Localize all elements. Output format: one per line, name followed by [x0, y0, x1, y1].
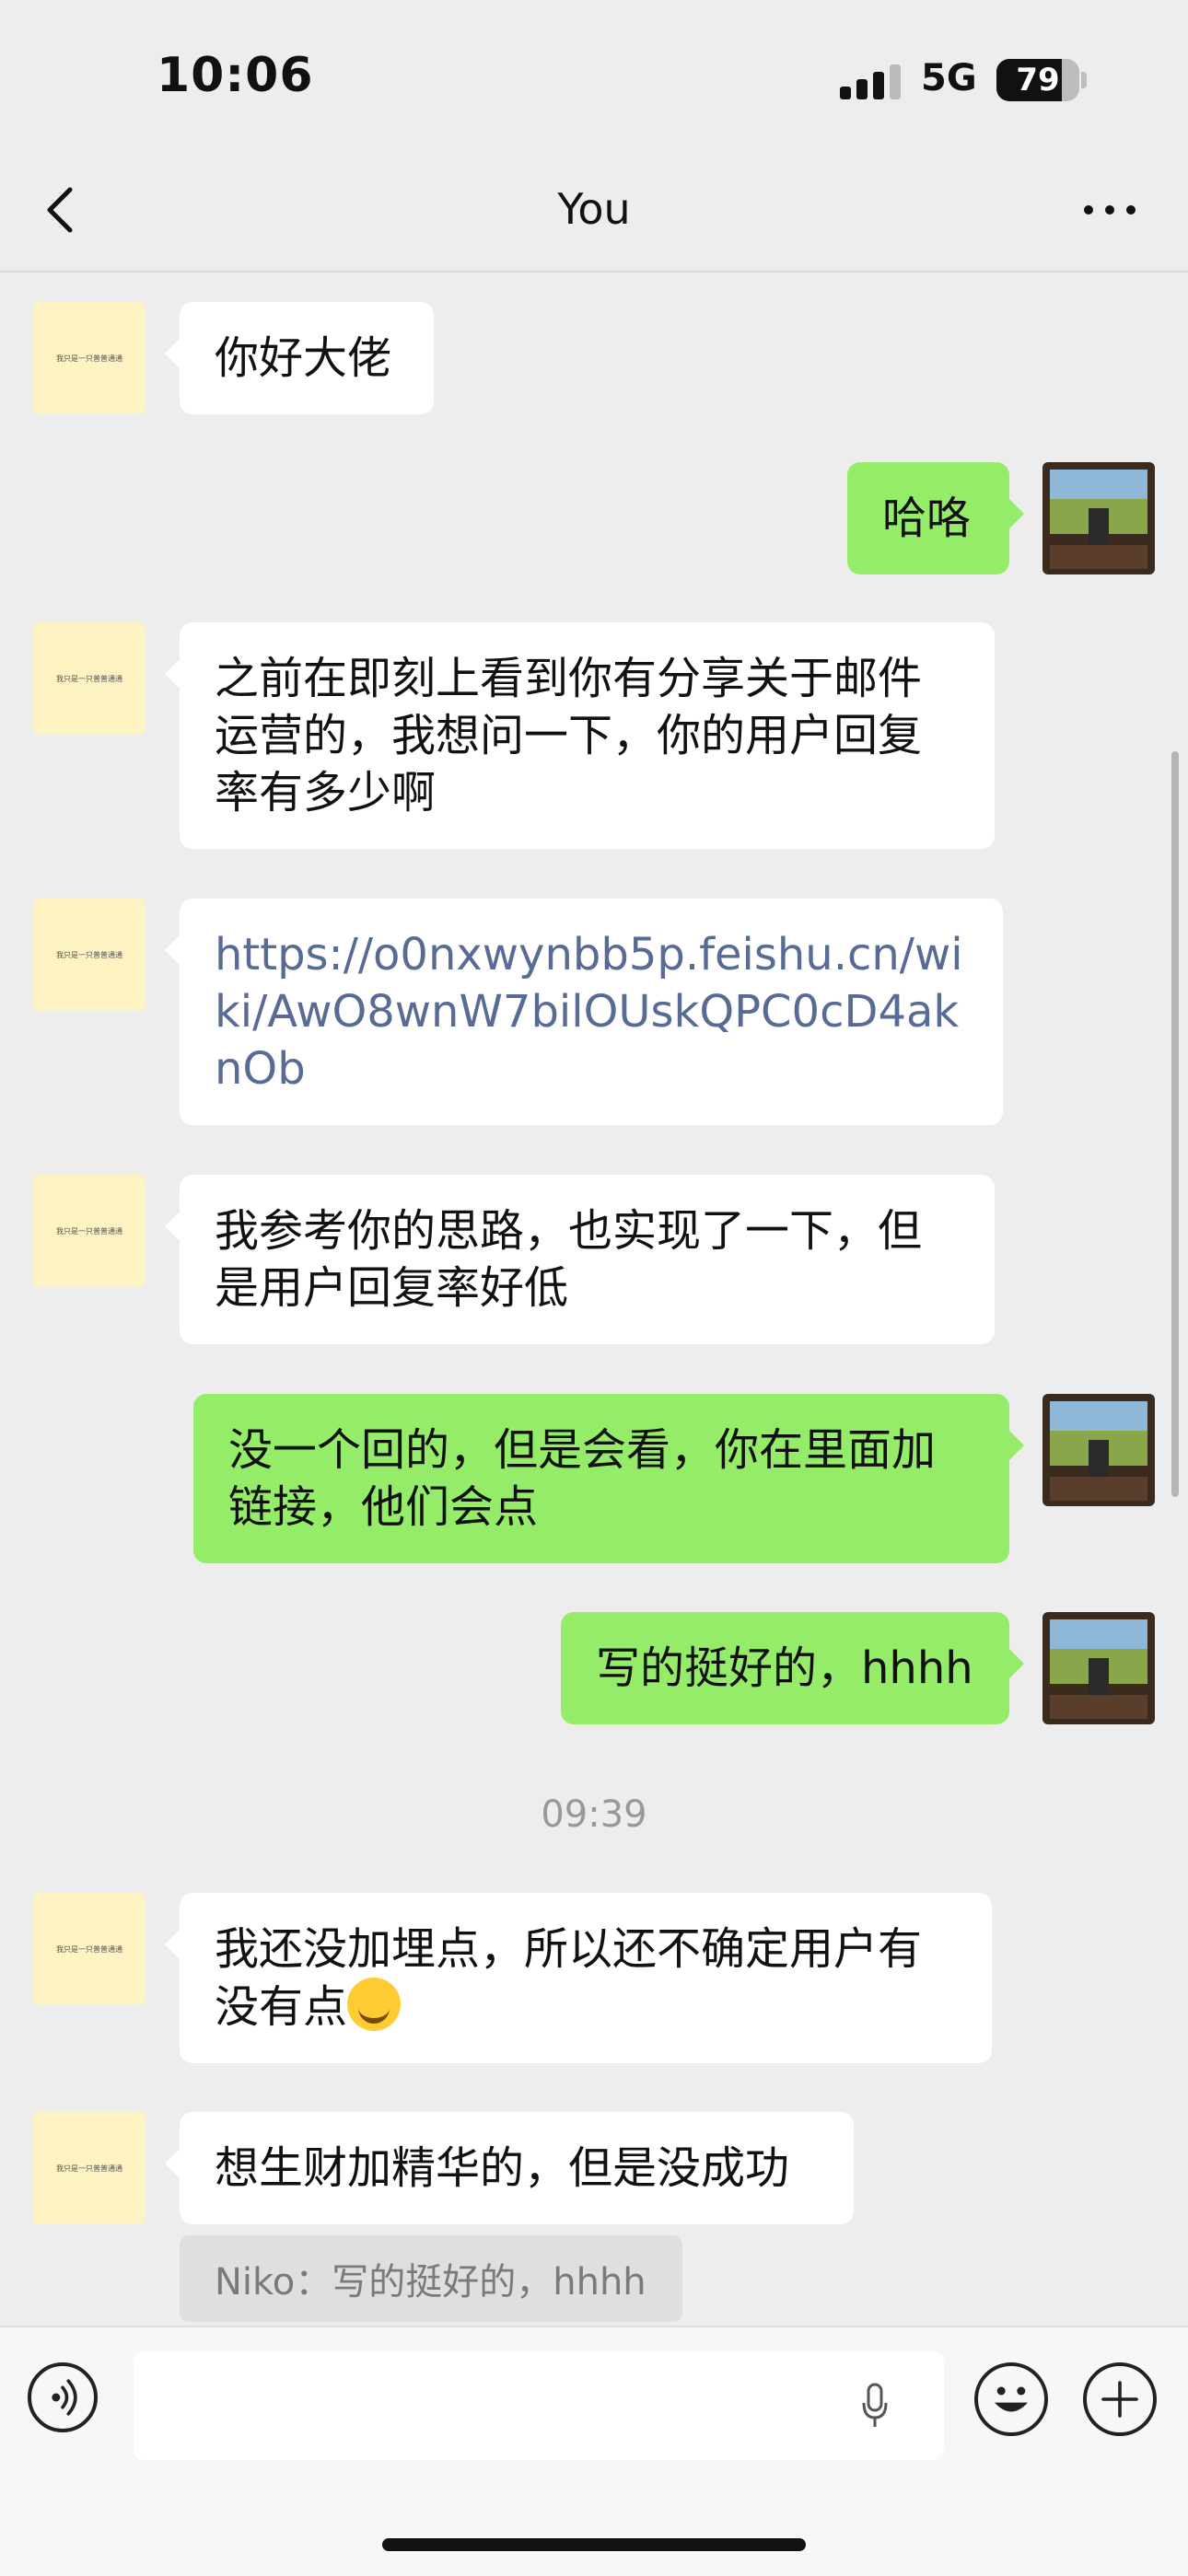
avatar-text: 我只是一只普普通通 — [56, 354, 122, 363]
chat-header: You — [0, 157, 1188, 273]
link-message-bubble[interactable]: https://o0nxwynbb5p.feishu.cn/wiki/AwO8w… — [165, 899, 1003, 1125]
outgoing-message-bubble[interactable]: 哈咯 — [847, 462, 1024, 574]
incoming-message-bubble[interactable]: 你好大佬 — [165, 302, 434, 414]
battery-percent: 79 — [1016, 62, 1060, 99]
contact-avatar[interactable]: 我只是一只普普通通 — [33, 1175, 146, 1287]
voice-mode-icon[interactable] — [28, 2362, 98, 2432]
my-avatar[interactable] — [1042, 1612, 1155, 1724]
quoted-reply[interactable]: Niko：写的挺好的，hhhh — [180, 2235, 682, 2322]
my-avatar[interactable] — [1042, 462, 1155, 574]
network-type: 5G — [921, 57, 977, 99]
battery-icon: 79 — [996, 59, 1079, 101]
emoji-icon[interactable] — [974, 2362, 1048, 2436]
cellular-signal-icon — [840, 63, 904, 99]
contact-avatar[interactable]: 我只是一只普普通通 — [33, 2112, 146, 2224]
avatar-text: 我只是一只普普通通 — [56, 2164, 122, 2173]
message-input[interactable] — [134, 2351, 944, 2460]
status-bar: 10:06 5G 79 — [0, 0, 1188, 157]
contact-avatar[interactable]: 我只是一只普普通通 — [33, 302, 146, 414]
avatar-text: 我只是一只普普通通 — [56, 1944, 122, 1954]
message-list[interactable]: 我只是一只普普通通 你好大佬 哈咯 我只是一只普普通通 之前在即刻上看到你有分享… — [0, 273, 1188, 2326]
incoming-message-bubble[interactable]: 之前在即刻上看到你有分享关于邮件运营的，我想问一下，你的用户回复率有多少啊 — [165, 622, 995, 849]
status-time: 10:06 — [157, 48, 314, 103]
contact-avatar[interactable]: 我只是一只普普通通 — [33, 1893, 146, 2005]
home-indicator[interactable] — [382, 2538, 806, 2551]
my-avatar[interactable] — [1042, 1394, 1155, 1506]
avatar-text: 我只是一只普普通通 — [56, 950, 122, 959]
contact-avatar[interactable]: 我只是一只普普通通 — [33, 899, 146, 1011]
plus-icon[interactable] — [1083, 2362, 1157, 2436]
contact-avatar[interactable]: 我只是一只普普通通 — [33, 622, 146, 735]
avatar-text: 我只是一只普普通通 — [56, 674, 122, 683]
avatar-text: 我只是一只普普通通 — [56, 1226, 122, 1236]
landscape-photo-icon — [1042, 1394, 1155, 1506]
incoming-message-bubble[interactable]: 我还没加埋点，所以还不确定用户有没有点 — [165, 1893, 992, 2063]
microphone-icon[interactable] — [861, 2383, 889, 2429]
battery-tip — [1081, 72, 1087, 88]
landscape-photo-icon — [1042, 462, 1155, 574]
scrollbar[interactable] — [1171, 751, 1179, 1497]
incoming-message-bubble[interactable]: 想生财加精华的，但是没成功 — [165, 2112, 854, 2224]
message-text: 我还没加埋点，所以还不确定用户有没有点 — [215, 1923, 923, 2033]
outgoing-message-bubble[interactable]: 写的挺好的，hhhh — [561, 1612, 1024, 1724]
chat-title: You — [557, 184, 631, 234]
message-timestamp: 09:39 — [541, 1793, 647, 1836]
crying-laughing-emoji-icon — [347, 1978, 402, 2031]
landscape-photo-icon — [1042, 1612, 1155, 1724]
incoming-message-bubble[interactable]: 我参考你的思路，也实现了一下，但是用户回复率好低 — [165, 1175, 995, 1344]
outgoing-message-bubble[interactable]: 没一个回的，但是会看，你在里面加链接，他们会点 — [193, 1394, 1024, 1563]
more-options-icon[interactable] — [1077, 182, 1142, 238]
